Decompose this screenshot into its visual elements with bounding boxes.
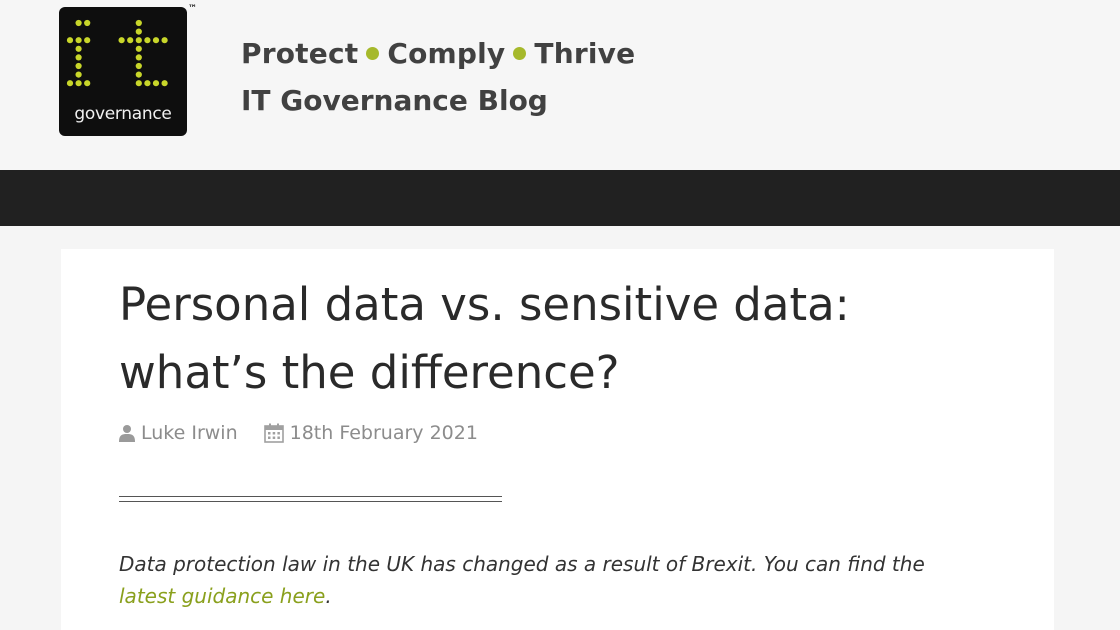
logo-dot [135, 54, 142, 61]
post-date: 18th February 2021 [289, 422, 478, 444]
post-intro: Data protection law in the UK has change… [119, 548, 1019, 612]
tagline: Protect Comply Thrive [241, 37, 635, 70]
logo-dot [135, 45, 142, 52]
navigation-bar [0, 170, 1120, 226]
article-container: Personal data vs. sensitive data: what’s… [61, 249, 1054, 630]
post-meta: Luke Irwin 18th February 2021 [119, 421, 478, 445]
tagline-dot [366, 47, 380, 60]
logo-dot [144, 37, 151, 44]
tagline-dot [513, 47, 527, 60]
logo-dot [75, 62, 82, 70]
post-title-line1: Personal data vs. sensitive data: [119, 278, 850, 331]
logo-dot [84, 37, 91, 44]
logo-dot [75, 19, 82, 27]
logo-dot [66, 37, 74, 44]
logo-dot [75, 45, 82, 52]
logo-dot [161, 80, 168, 87]
blog-title[interactable]: IT Governance Blog [241, 84, 548, 117]
latest-guidance-link[interactable]: latest guidance here [119, 584, 325, 608]
logo-dot [84, 19, 91, 27]
calendar-icon [263, 423, 284, 443]
intro-text: Data protection law in the UK has change… [119, 552, 925, 576]
post-author[interactable]: Luke Irwin [141, 422, 238, 444]
site-header: governance ™ Protect Comply Thrive IT Gove… [0, 0, 1120, 170]
title-divider [119, 496, 502, 502]
logo-dot [66, 80, 74, 87]
logo-dot [152, 37, 160, 44]
user-icon [119, 424, 135, 442]
logo-dot [75, 80, 82, 87]
post-title-line2: what’s the difference? [119, 346, 620, 399]
logo-dot [84, 80, 91, 87]
it-governance-logo[interactable]: governance [59, 7, 187, 136]
logo-dot [161, 37, 168, 44]
logo-dot [152, 80, 160, 87]
trademark-symbol: ™ [188, 4, 197, 14]
logo-dot-matrix-icon [66, 19, 168, 87]
logo-dot [135, 19, 142, 27]
logo-dot [75, 71, 82, 78]
logo-dot [75, 54, 82, 61]
post-title: Personal data vs. sensitive data: what’s… [119, 271, 1019, 407]
intro-end: . [325, 584, 332, 608]
logo-dot [135, 80, 142, 87]
logo-subtext: governance [74, 104, 172, 124]
logo-dot [144, 80, 151, 87]
tagline-thrive: Thrive [534, 37, 636, 70]
logo-dot [135, 28, 142, 35]
logo-dot [75, 37, 82, 44]
logo-dot [135, 62, 142, 70]
logo-dot [127, 37, 134, 44]
logo-dot [135, 37, 142, 44]
tagline-comply: Comply [387, 37, 506, 70]
logo-dot [118, 37, 125, 44]
logo-dot [135, 71, 142, 78]
tagline-protect: Protect [241, 37, 359, 70]
